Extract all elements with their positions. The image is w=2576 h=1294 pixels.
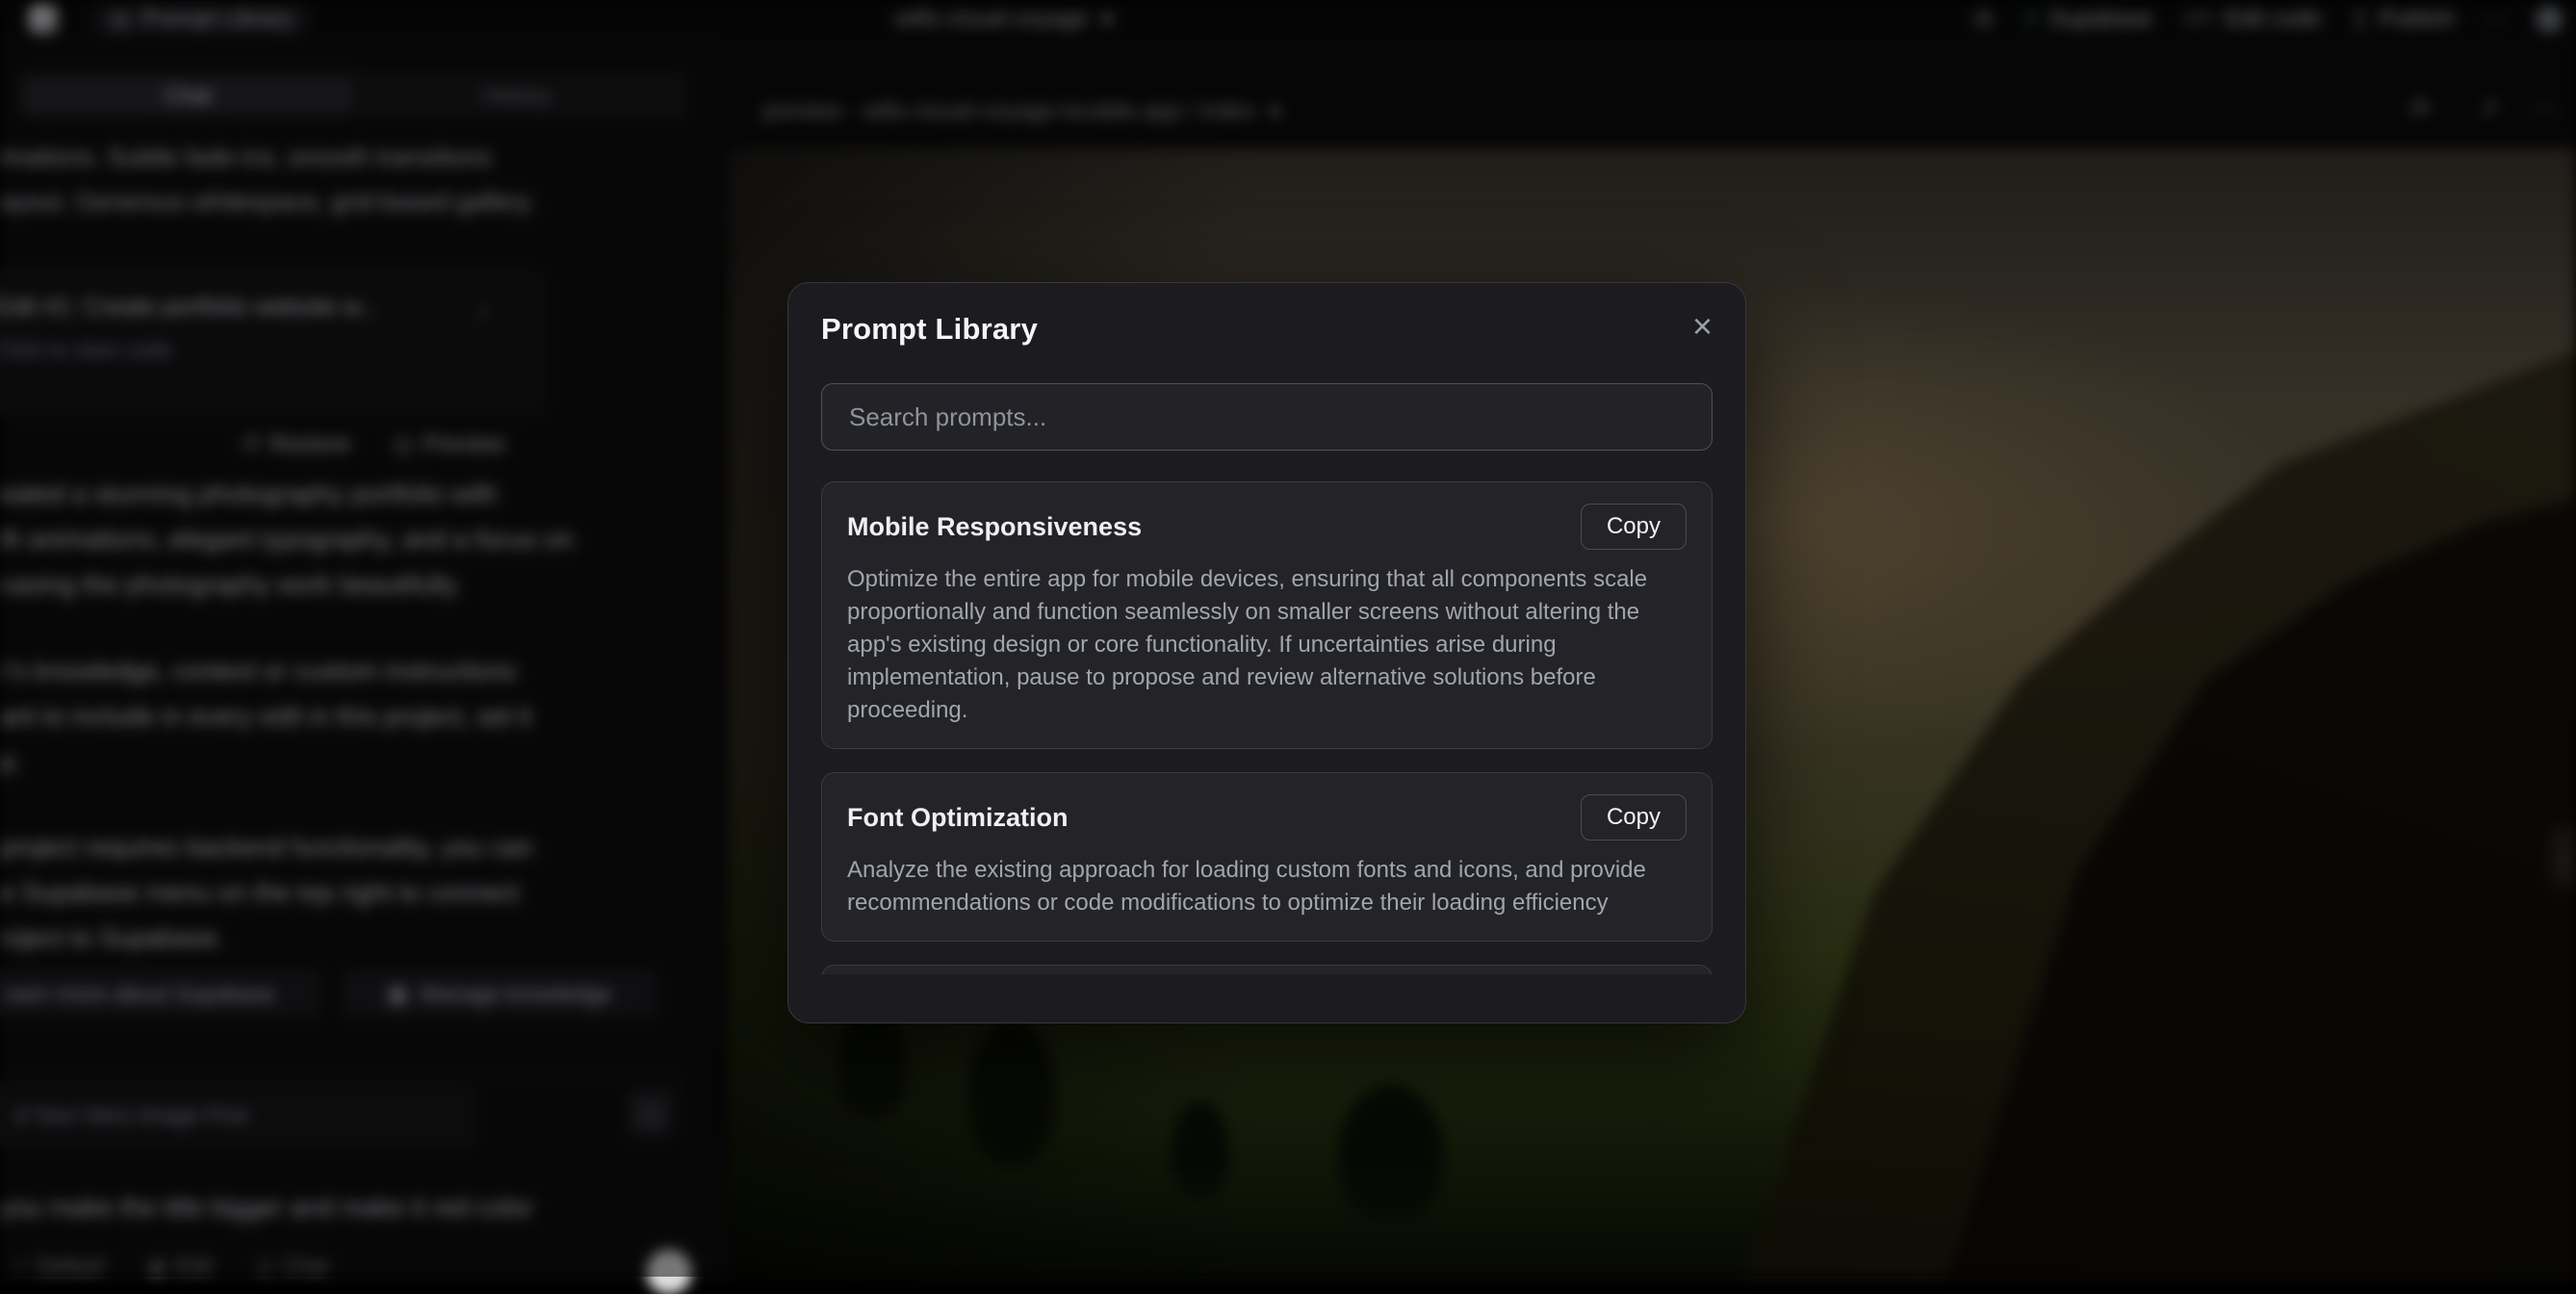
modal-header: Prompt Library × bbox=[821, 312, 1713, 354]
copy-button[interactable]: Copy bbox=[1581, 794, 1687, 841]
prompt-search-input[interactable] bbox=[821, 383, 1713, 451]
prompt-title: Mobile Responsiveness bbox=[847, 512, 1142, 542]
modal-title: Prompt Library bbox=[821, 312, 1038, 347]
prompt-card-partial bbox=[821, 965, 1713, 974]
prompt-library-modal: Prompt Library × Mobile Responsiveness C… bbox=[787, 282, 1746, 1023]
app-root: ▤ Prompt Library wills-visual-voyage ▾ ⚙… bbox=[0, 0, 2576, 1277]
close-button[interactable]: × bbox=[1692, 312, 1713, 341]
prompt-card-header: Mobile Responsiveness Copy bbox=[847, 504, 1687, 550]
prompt-body: Analyze the existing approach for loadin… bbox=[847, 854, 1687, 919]
prompt-body: Optimize the entire app for mobile devic… bbox=[847, 563, 1687, 727]
copy-button[interactable]: Copy bbox=[1581, 504, 1687, 550]
prompt-card-mobile-responsiveness: Mobile Responsiveness Copy Optimize the … bbox=[821, 481, 1713, 749]
prompt-card-header: Font Optimization Copy bbox=[847, 794, 1687, 841]
prompt-title: Font Optimization bbox=[847, 803, 1068, 833]
prompt-card-font-optimization: Font Optimization Copy Analyze the exist… bbox=[821, 772, 1713, 942]
prompt-list: Mobile Responsiveness Copy Optimize the … bbox=[821, 481, 1713, 974]
close-icon: × bbox=[1692, 306, 1713, 346]
